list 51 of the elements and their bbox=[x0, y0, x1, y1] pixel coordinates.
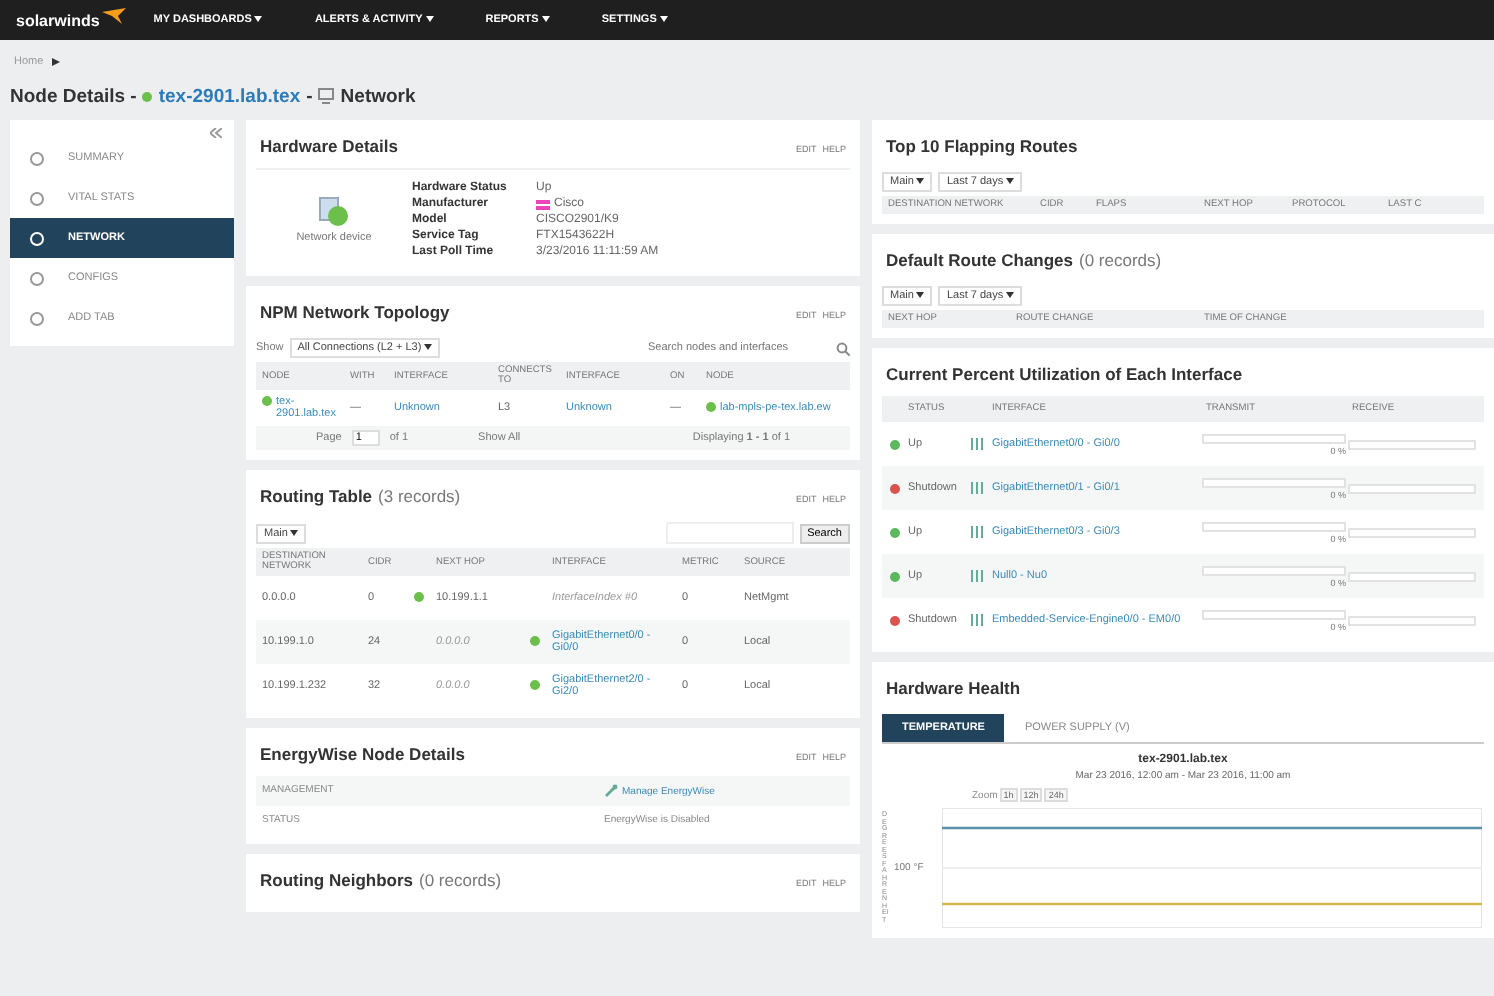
circle-icon bbox=[30, 311, 44, 325]
record-count: (3 records) bbox=[378, 486, 461, 506]
caret-icon bbox=[916, 292, 925, 299]
caret-icon bbox=[425, 16, 434, 23]
interface-icon bbox=[970, 438, 984, 450]
status-dot bbox=[530, 635, 540, 645]
status-dot bbox=[530, 679, 540, 689]
panel-title: Hardware Details bbox=[260, 136, 398, 156]
panel-title: Current Percent Utilization of Each Interface bbox=[886, 364, 1243, 384]
caret-icon bbox=[541, 16, 550, 23]
caret-icon bbox=[916, 178, 925, 185]
device-icon bbox=[318, 196, 350, 228]
status-dot bbox=[142, 91, 153, 101]
interface-icon bbox=[970, 526, 984, 538]
view-name: Network bbox=[340, 85, 416, 107]
caret-icon bbox=[51, 58, 60, 66]
status-dot bbox=[414, 591, 424, 601]
record-count: (0 records) bbox=[1079, 250, 1162, 270]
caret-icon bbox=[254, 16, 263, 23]
panel-title: Hardware Health bbox=[886, 678, 1021, 698]
wrench-icon bbox=[604, 784, 618, 798]
panel-title: Routing Neighbors bbox=[260, 870, 413, 890]
title-separator: - bbox=[306, 85, 313, 107]
logo[interactable]: solarwinds bbox=[16, 11, 100, 29]
page-title: Node Details - bbox=[10, 85, 137, 107]
node-link[interactable]: tex-2901.lab.tex bbox=[158, 85, 301, 107]
panel-title: EnergyWise Node Details bbox=[260, 744, 465, 764]
record-count: (0 records) bbox=[419, 870, 502, 890]
caret-icon bbox=[1006, 292, 1015, 299]
flag-icon bbox=[536, 199, 550, 209]
circle-icon bbox=[30, 271, 44, 285]
interface-icon bbox=[970, 570, 984, 582]
interface-icon bbox=[970, 482, 984, 494]
collapse-icon[interactable] bbox=[210, 128, 222, 138]
status-dot bbox=[262, 396, 272, 406]
bird-logo-icon bbox=[101, 8, 126, 24]
panel-title: NPM Network Topology bbox=[260, 302, 450, 322]
panel-title: Default Route Changes bbox=[886, 250, 1074, 270]
circle-icon bbox=[30, 191, 44, 205]
status-dot bbox=[706, 402, 716, 412]
caret-icon bbox=[290, 529, 299, 536]
circle-icon bbox=[30, 151, 44, 165]
circle-icon bbox=[30, 231, 44, 245]
caret-icon bbox=[424, 344, 433, 351]
interface-icon bbox=[970, 614, 984, 626]
panel-title: Routing Table bbox=[260, 486, 373, 506]
caret-icon bbox=[1006, 178, 1015, 185]
panel-title: Top 10 Flapping Routes bbox=[886, 136, 1078, 156]
search-icon[interactable] bbox=[836, 341, 850, 355]
caret-icon bbox=[659, 16, 668, 23]
monitor-icon bbox=[318, 88, 335, 104]
